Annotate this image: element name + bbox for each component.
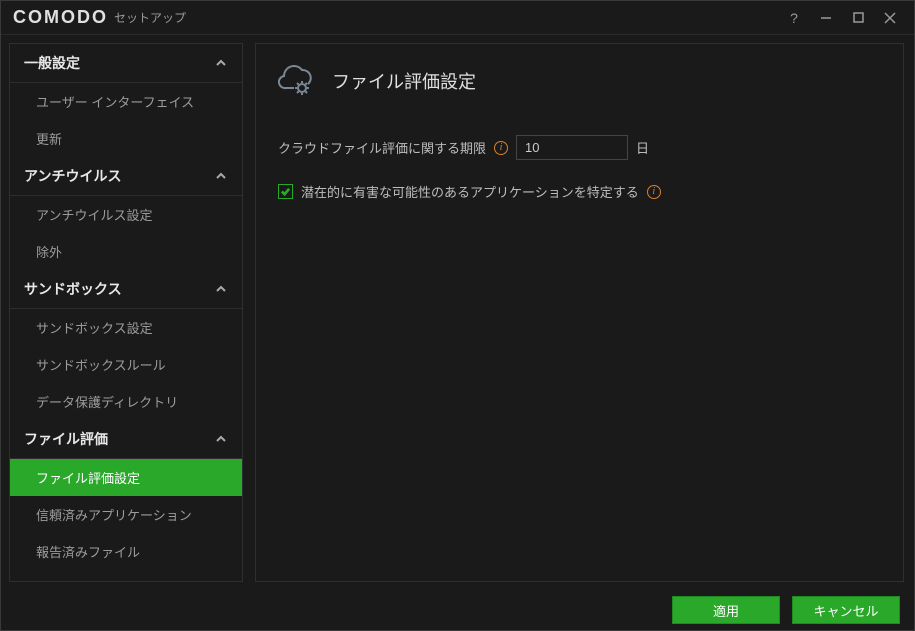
sidebar-item-exclude[interactable]: 除外 <box>10 233 242 270</box>
page-header: ファイル評価設定 <box>278 62 881 99</box>
close-icon <box>884 12 896 24</box>
section-header-antivirus[interactable]: アンチウイルス <box>10 157 242 196</box>
help-icon: ? <box>790 10 798 26</box>
sidebar-item-ui[interactable]: ユーザー インターフェイス <box>10 83 242 120</box>
cloud-limit-row: クラウドファイル評価に関する期限 i 日 <box>278 135 881 160</box>
cloud-limit-input[interactable] <box>516 135 628 160</box>
sidebar-item-av-settings[interactable]: アンチウイルス設定 <box>10 196 242 233</box>
sidebar-item-update[interactable]: 更新 <box>10 120 242 157</box>
sidebar-item-reported-files[interactable]: 報告済みファイル <box>10 533 242 570</box>
cloud-gear-icon <box>278 62 318 99</box>
info-icon[interactable]: i <box>647 185 661 199</box>
cloud-limit-label: クラウドファイル評価に関する期限 <box>278 138 486 157</box>
section-header-general[interactable]: 一般設定 <box>10 44 242 83</box>
chevron-up-icon <box>214 282 228 296</box>
chevron-up-icon <box>214 56 228 70</box>
sidebar-item-trusted-apps[interactable]: 信頼済みアプリケーション <box>10 496 242 533</box>
chevron-up-icon <box>214 169 228 183</box>
section-header-file-rating[interactable]: ファイル評価 <box>10 420 242 459</box>
cancel-button[interactable]: キャンセル <box>792 596 900 624</box>
info-icon[interactable]: i <box>494 141 508 155</box>
sidebar-item-sb-rules[interactable]: サンドボックスルール <box>10 346 242 383</box>
maximize-button[interactable] <box>842 4 874 32</box>
footer: 適用 キャンセル <box>1 590 914 630</box>
titlebar-subtitle: セットアップ <box>114 9 186 26</box>
sidebar-item-trusted-vendors[interactable]: 信頼済みベンダー <box>10 570 242 582</box>
chevron-up-icon <box>214 432 228 446</box>
close-button[interactable] <box>874 4 906 32</box>
app-logo: COMODO <box>13 7 108 28</box>
page-title: ファイル評価設定 <box>332 68 476 94</box>
detect-pua-checkbox[interactable] <box>278 184 293 199</box>
detect-pua-label: 潜在的に有害な可能性のあるアプリケーションを特定する <box>301 182 639 201</box>
minimize-icon <box>820 12 832 24</box>
cloud-limit-unit: 日 <box>636 138 649 157</box>
sidebar: 一般設定ユーザー インターフェイス更新アンチウイルスアンチウイルス設定除外サンド… <box>1 35 249 590</box>
section-header-sandbox[interactable]: サンドボックス <box>10 270 242 309</box>
main-panel: ファイル評価設定 クラウドファイル評価に関する期限 i 日 潜在的に有害な可能性… <box>249 35 914 590</box>
minimize-button[interactable] <box>810 4 842 32</box>
sidebar-item-data-protect[interactable]: データ保護ディレクトリ <box>10 383 242 420</box>
section-label: サンドボックス <box>24 279 122 299</box>
detect-pua-row: 潜在的に有害な可能性のあるアプリケーションを特定する i <box>278 182 881 201</box>
section-label: アンチウイルス <box>24 166 121 186</box>
apply-button[interactable]: 適用 <box>672 596 780 624</box>
sidebar-item-sb-settings[interactable]: サンドボックス設定 <box>10 309 242 346</box>
help-button[interactable]: ? <box>778 4 810 32</box>
sidebar-item-fr-settings[interactable]: ファイル評価設定 <box>10 459 242 496</box>
check-icon <box>280 186 291 197</box>
titlebar: COMODO セットアップ ? <box>1 1 914 35</box>
section-label: 一般設定 <box>24 53 80 73</box>
section-label: ファイル評価 <box>24 429 108 449</box>
maximize-icon <box>853 12 864 23</box>
